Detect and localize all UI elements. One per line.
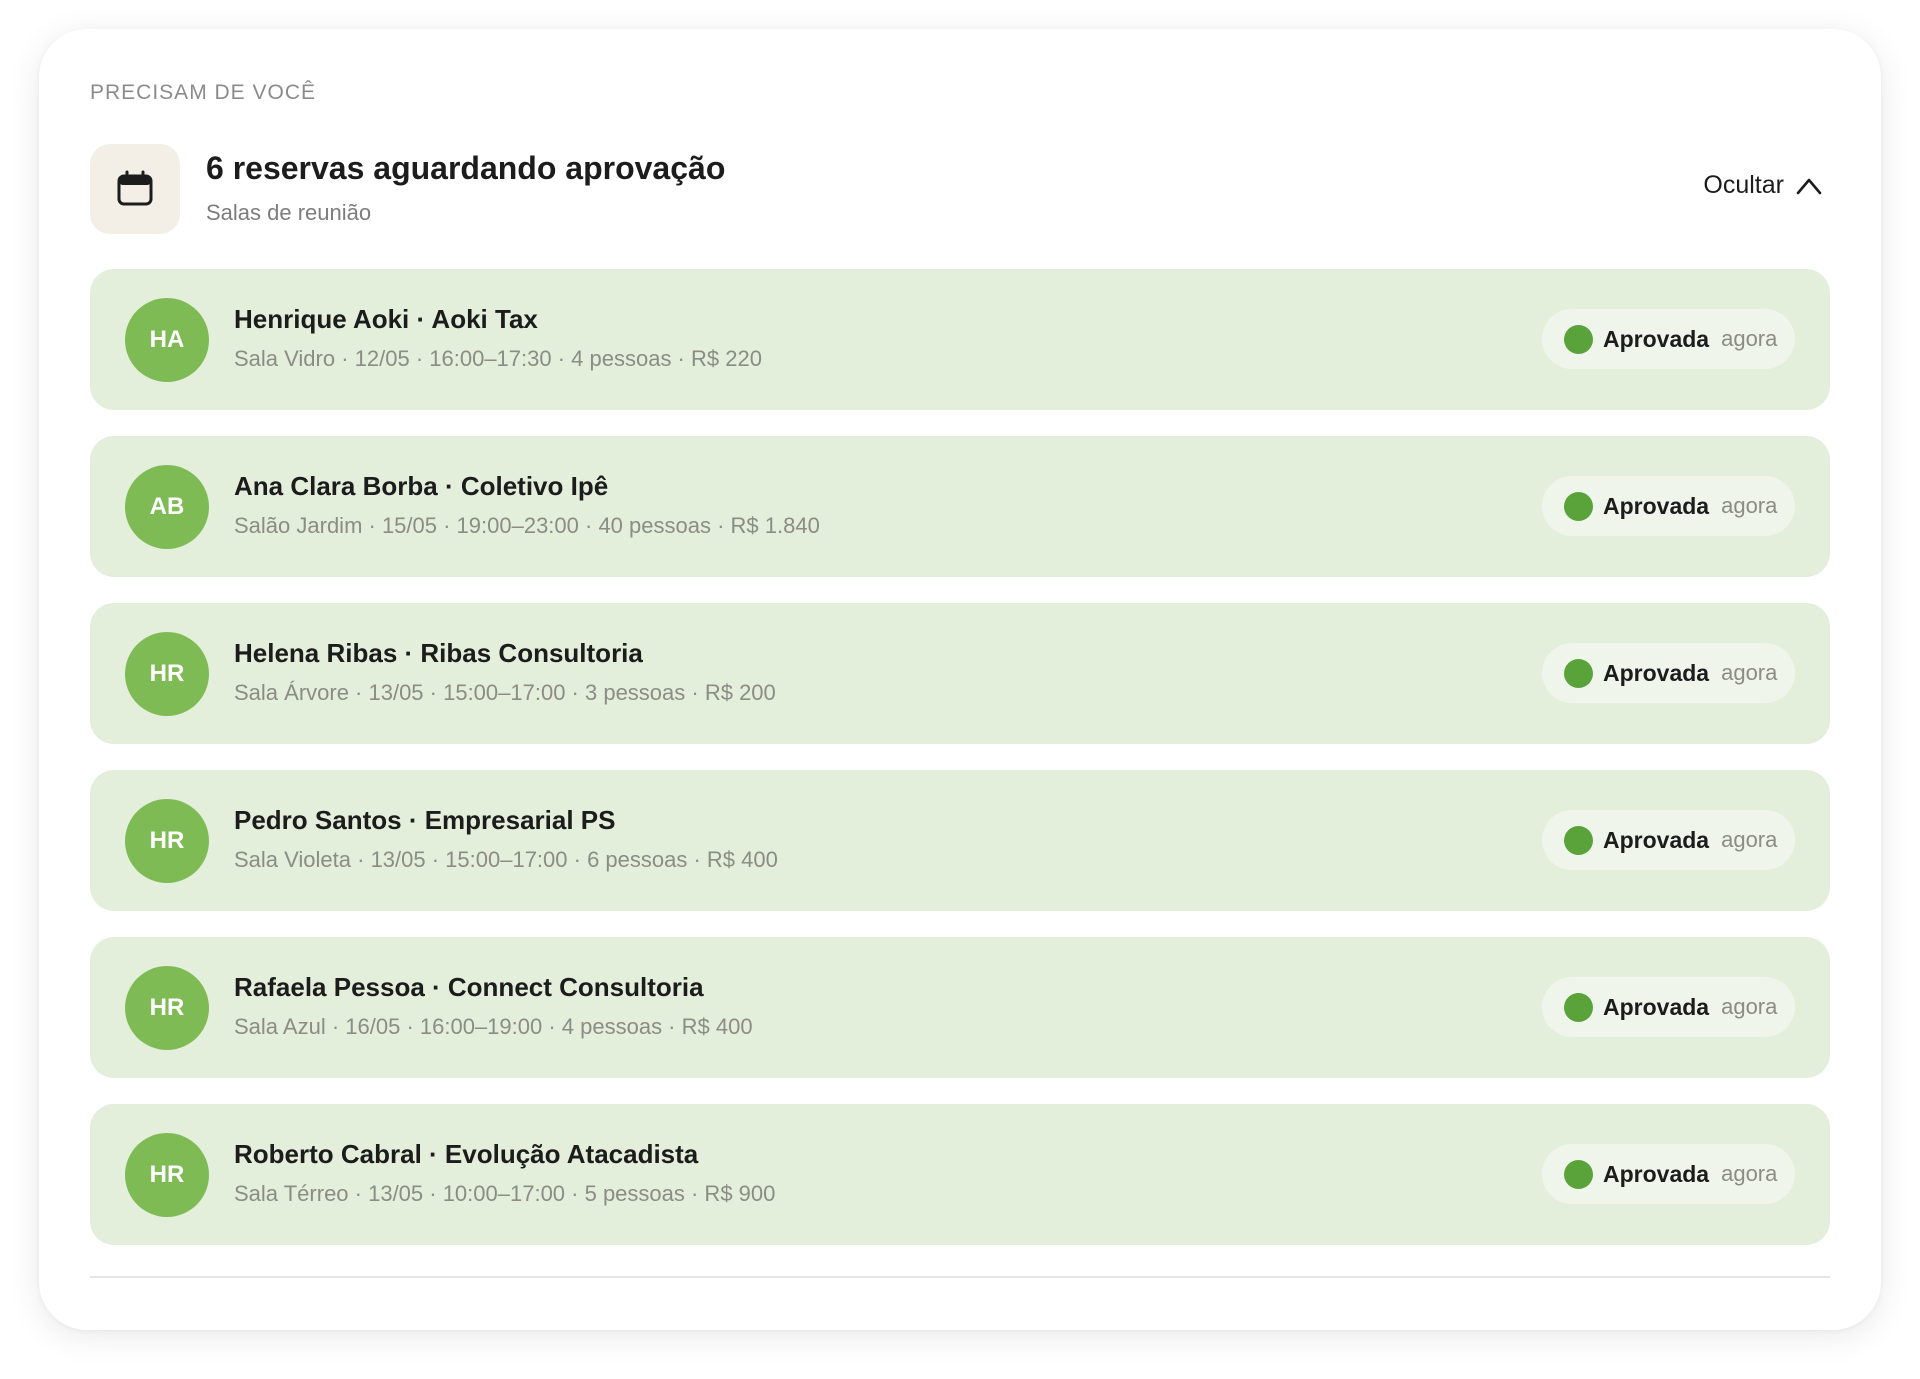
avatar: HR [125,1133,209,1217]
status-label: Aprovada [1603,659,1710,686]
avatar: HR [125,632,209,716]
status-dot-icon [1564,1159,1593,1189]
reservation-details: Sala Vidro · 12/05 · 16:00–17:30 · 4 pes… [234,346,762,371]
section-title: 6 reservas aguardando aprovação [206,150,726,186]
status-label: Aprovada [1603,993,1710,1020]
status-badge: Aprovada agora [1542,643,1795,703]
status-dot-icon [1564,491,1593,521]
status-dot-icon [1564,992,1593,1022]
status-label: Aprovada [1603,826,1710,853]
reservation-title: Roberto Cabral · Evolução Atacadista [234,1139,699,1169]
chevron-up-icon [1796,178,1822,194]
status-label: Aprovada [1603,492,1710,519]
reservation-details: Salão Jardim · 15/05 · 19:00–23:00 · 40 … [234,513,820,538]
status-badge: Aprovada agora [1542,1144,1795,1204]
reservation-title: Ana Clara Borba · Coletivo Ipê [234,471,609,501]
status-dot-icon [1564,324,1593,354]
calendar-icon-box [90,144,180,234]
status-badge: Aprovada agora [1542,309,1795,369]
reservation-row[interactable]: HR Rafaela Pessoa · Connect Consultoria … [90,937,1830,1078]
section-header: 6 reservas aguardando aprovação Salas de… [90,144,1830,234]
status-time: agora [1721,326,1778,351]
reservation-row[interactable]: HR Pedro Santos · Empresarial PS Sala Vi… [90,770,1830,911]
reservation-row[interactable]: HR Roberto Cabral · Evolução Atacadista … [90,1104,1830,1245]
section-eyebrow: PRECISAM DE VOCÊ [90,81,317,104]
status-badge: Aprovada agora [1542,476,1795,536]
status-dot-icon [1564,658,1593,688]
status-time: agora [1721,493,1778,518]
reservation-title: Pedro Santos · Empresarial PS [234,805,616,835]
status-dot-icon [1564,825,1593,855]
avatar: HR [125,966,209,1050]
status-badge: Aprovada agora [1542,977,1795,1037]
reservation-title: Henrique Aoki · Aoki Tax [234,304,538,334]
status-time: agora [1721,660,1778,685]
status-time: agora [1721,827,1778,852]
reservation-details: Sala Violeta · 13/05 · 15:00–17:00 · 6 p… [234,847,778,872]
hide-button[interactable]: Ocultar [1703,171,1822,200]
reservation-row[interactable]: AB Ana Clara Borba · Coletivo Ipê Salão … [90,436,1830,577]
reservation-details: Sala Térreo · 13/05 · 10:00–17:00 · 5 pe… [234,1181,776,1206]
section-subtitle: Salas de reunião [206,200,372,225]
status-time: agora [1721,1161,1778,1186]
reservation-details: Sala Azul · 16/05 · 16:00–19:00 · 4 pess… [234,1014,753,1039]
status-badge: Aprovada agora [1542,810,1795,870]
reservation-row[interactable]: HA Henrique Aoki · Aoki Tax Sala Vidro ·… [90,269,1830,410]
status-time: agora [1721,994,1778,1019]
reservation-title: Helena Ribas · Ribas Consultoria [234,638,643,668]
calendar-icon [117,170,153,206]
reservation-list: HA Henrique Aoki · Aoki Tax Sala Vidro ·… [90,269,1830,1271]
reservation-title: Rafaela Pessoa · Connect Consultoria [234,972,704,1002]
hide-button-label: Ocultar [1703,171,1784,199]
status-label: Aprovada [1603,1160,1710,1187]
approvals-card: PRECISAM DE VOCÊ 6 reservas aguardando a… [39,29,1881,1330]
reservation-row[interactable]: HR Helena Ribas · Ribas Consultoria Sala… [90,603,1830,744]
bottom-divider [90,1276,1830,1278]
status-label: Aprovada [1603,325,1710,352]
avatar: HR [125,799,209,883]
reservation-details: Sala Árvore · 13/05 · 15:00–17:00 · 3 pe… [234,680,776,705]
avatar: AB [125,465,209,549]
avatar: HA [125,298,209,382]
